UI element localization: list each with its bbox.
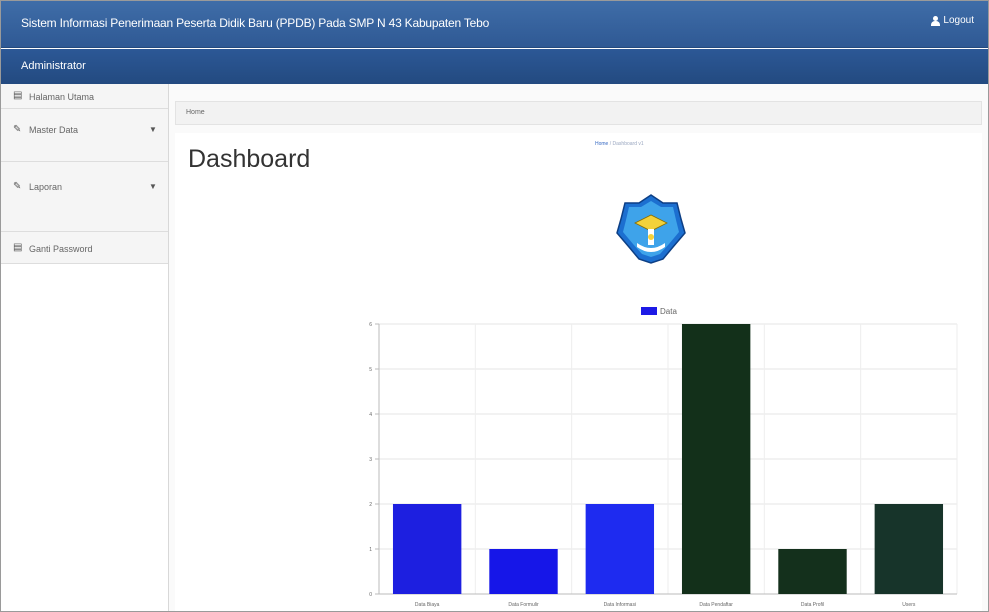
- breadcrumb-home-link[interactable]: Home: [186, 109, 205, 116]
- dashboard-panel: Dashboard Home / Dashboard v1: [175, 133, 982, 611]
- sidebar-item-label: Master Data: [29, 125, 79, 135]
- sidebar: ▤ Halaman Utama ✎ Master Data ▼ ✎ Lapora…: [1, 84, 169, 611]
- edit-icon: ✎: [13, 124, 22, 135]
- table-icon: ▤: [13, 90, 23, 101]
- inner-breadcrumb-current: Dashboard v1: [612, 141, 644, 147]
- sidebar-item-label: Halaman Utama: [29, 92, 95, 102]
- app-title: Sistem Informasi Penerimaan Peserta Didi…: [21, 16, 490, 30]
- edit-icon: ✎: [13, 181, 22, 192]
- sidebar-item-laporan[interactable]: ✎ Laporan ▼: [1, 162, 168, 232]
- sidebar-item-label: Laporan: [29, 182, 63, 192]
- app-window: Sistem Informasi Penerimaan Peserta Didi…: [0, 0, 989, 612]
- logout-label: Logout: [943, 15, 974, 26]
- breadcrumb: Home: [175, 101, 982, 125]
- role-bar: Administrator: [1, 49, 988, 84]
- user-icon: [931, 15, 941, 26]
- logout-link[interactable]: Logout: [931, 15, 974, 26]
- chevron-down-icon: ▼: [149, 125, 157, 134]
- breadcrumb-separator: /: [609, 141, 612, 147]
- top-navbar: Sistem Informasi Penerimaan Peserta Didi…: [1, 1, 988, 48]
- school-logo: [616, 194, 686, 264]
- table-icon: ▤: [13, 242, 23, 253]
- chevron-down-icon: ▼: [149, 182, 157, 191]
- inner-breadcrumb: Home / Dashboard v1: [595, 141, 644, 147]
- role-label: Administrator: [21, 60, 86, 72]
- page-title: Dashboard: [188, 145, 311, 173]
- main-content: Home Dashboard Home / Dashboard v1: [169, 84, 988, 611]
- sidebar-item-ganti-password[interactable]: ▤ Ganti Password: [1, 232, 168, 264]
- sidebar-item-master-data[interactable]: ✎ Master Data ▼: [1, 109, 168, 162]
- sidebar-item-halaman-utama[interactable]: ▤ Halaman Utama: [1, 84, 168, 109]
- inner-breadcrumb-home-link[interactable]: Home: [595, 141, 608, 147]
- sidebar-item-label: Ganti Password: [29, 244, 93, 254]
